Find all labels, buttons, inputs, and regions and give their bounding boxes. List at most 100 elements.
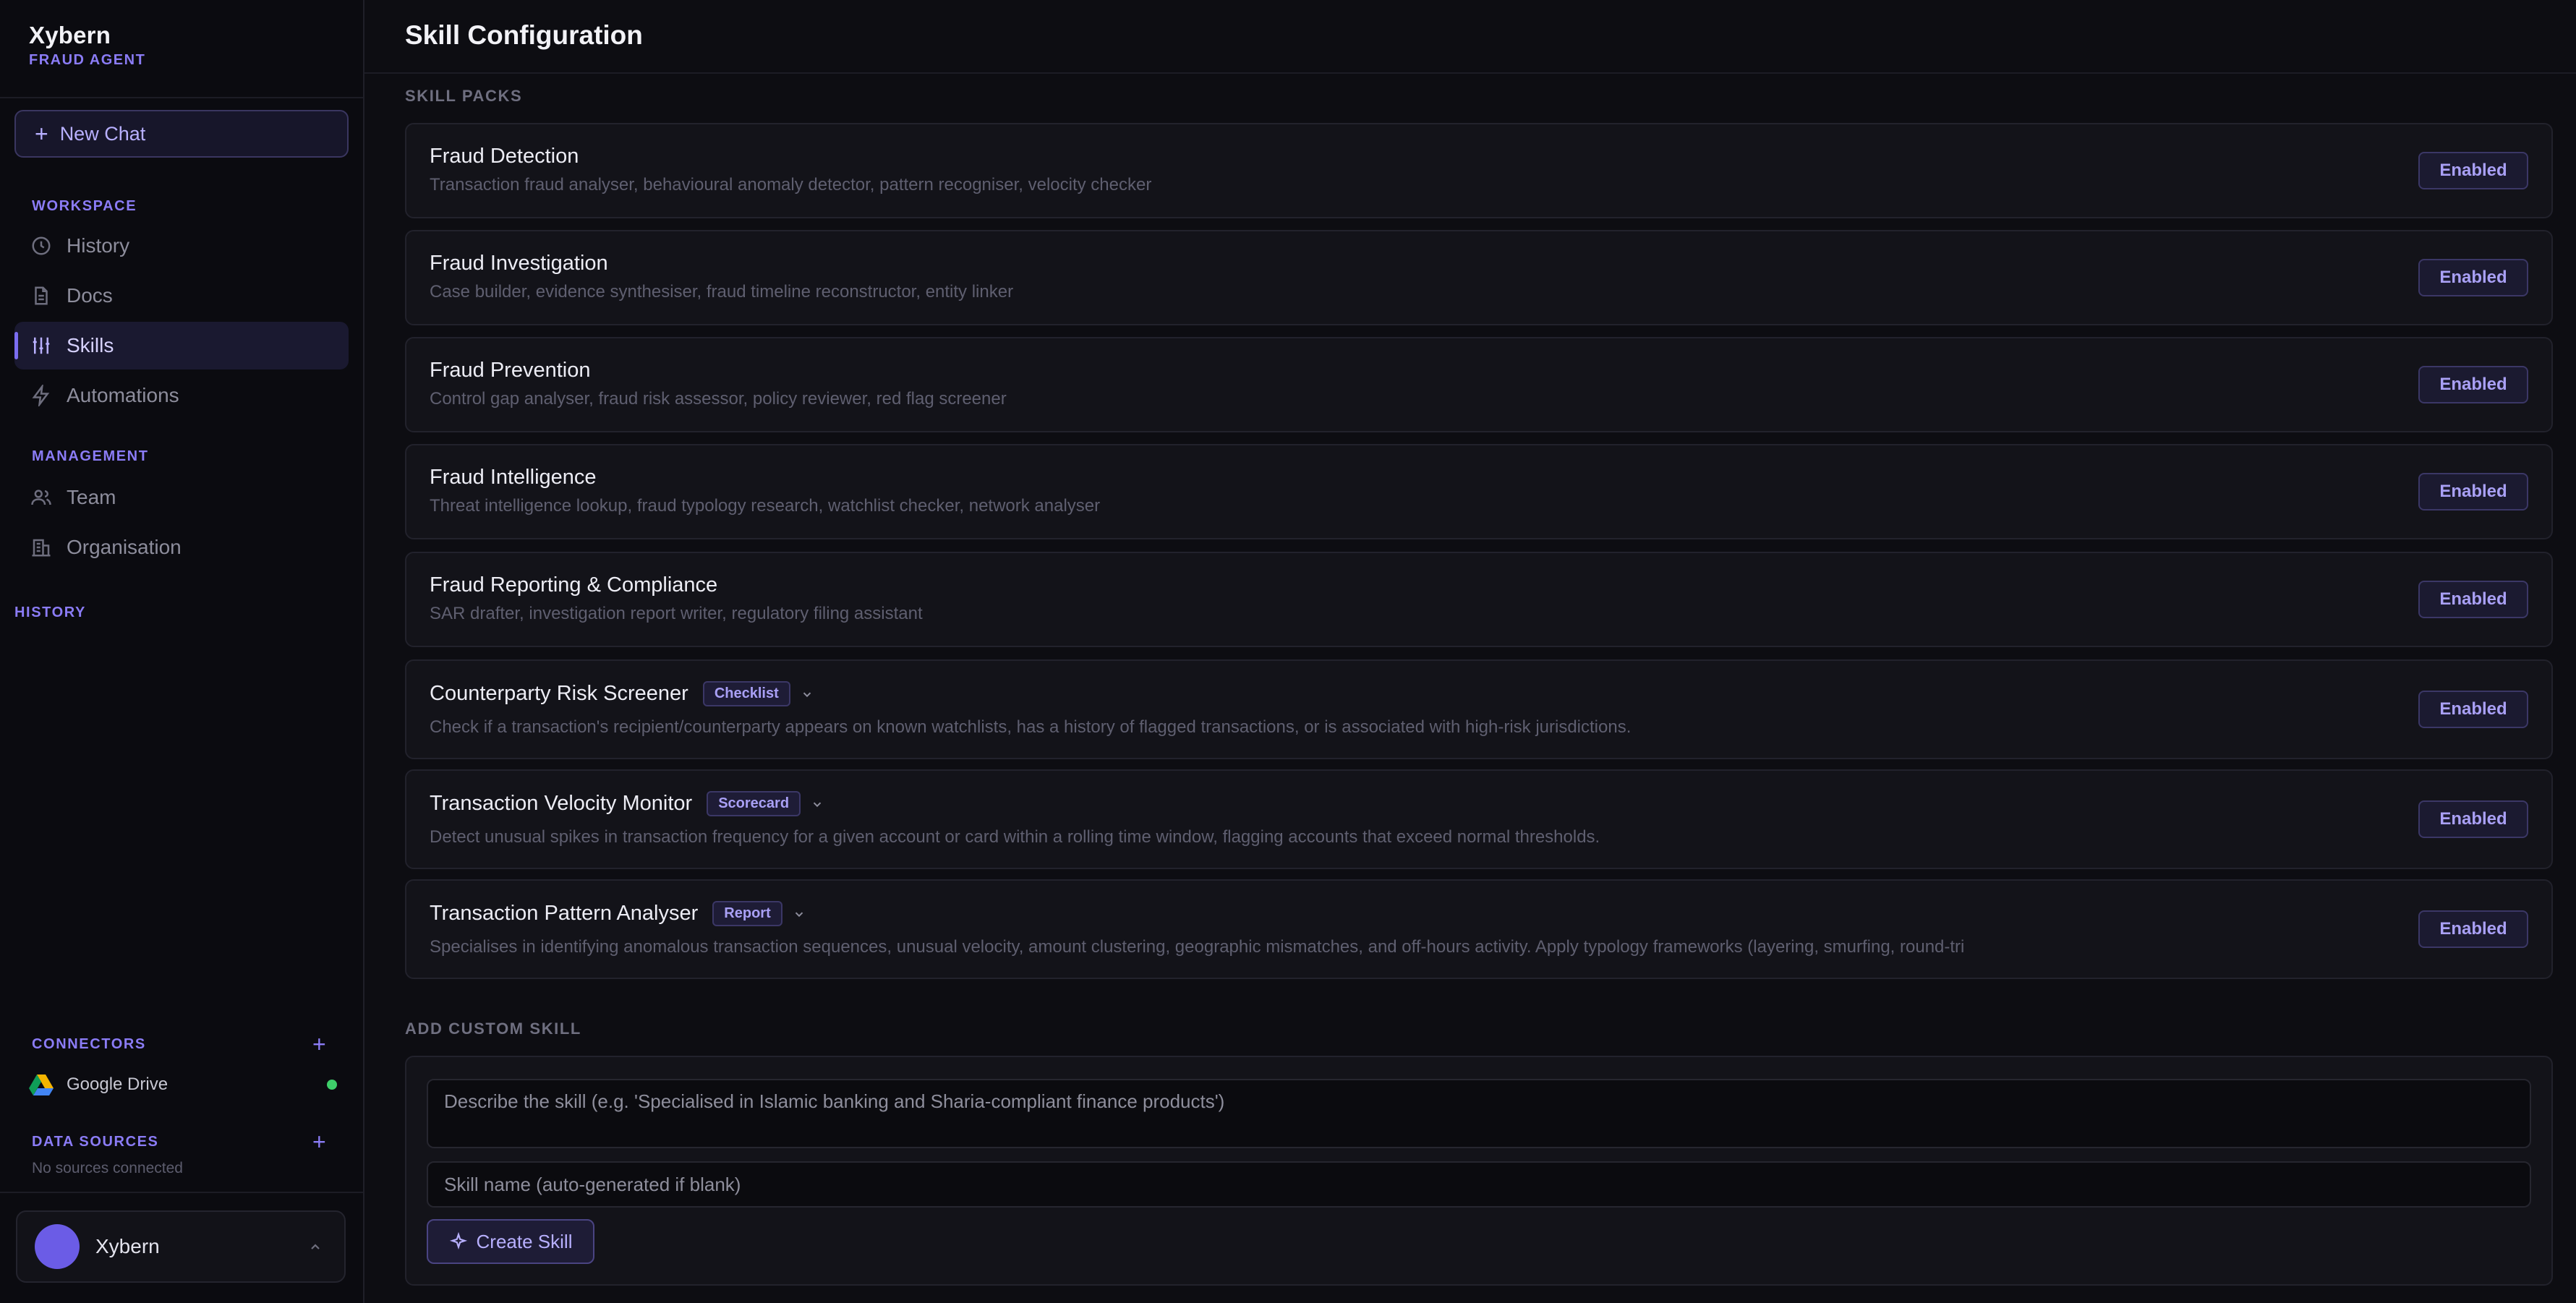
- connector-label: Google Drive: [67, 1075, 169, 1094]
- add-data-source-button[interactable]: +: [312, 1130, 326, 1153]
- skill-card: Counterparty Risk Screener Checklist Che…: [405, 659, 2553, 759]
- skill-description: Transaction fraud analyser, behavioural …: [430, 175, 1152, 195]
- custom-skill-form: Describe the skill (e.g. 'Specialised in…: [405, 1056, 2553, 1286]
- skill-name-input[interactable]: Skill name (auto-generated if blank): [427, 1161, 2531, 1208]
- management-label: MANAGEMENT: [32, 448, 149, 464]
- google-drive-icon: [29, 1075, 54, 1095]
- page-title: Skill Configuration: [405, 20, 643, 50]
- plus-icon: +: [35, 121, 48, 147]
- enabled-toggle-button[interactable]: Enabled: [2418, 473, 2528, 510]
- sparkle-icon: [449, 1232, 467, 1250]
- skill-type-badge: Report: [712, 901, 782, 926]
- chevron-down-icon[interactable]: [801, 688, 814, 701]
- chevron-up-icon: [311, 1244, 320, 1249]
- skill-description-input[interactable]: Describe the skill (e.g. 'Specialised in…: [427, 1079, 2531, 1148]
- skill-title-text: Counterparty Risk Screener: [430, 682, 688, 705]
- sidebar-item-docs[interactable]: Docs: [14, 272, 349, 320]
- enabled-toggle-button[interactable]: Enabled: [2418, 152, 2528, 189]
- skill-title-text: Fraud Prevention: [430, 359, 591, 382]
- sidebar-item-label: Organisation: [67, 536, 182, 558]
- skill-card: Fraud Intelligence Threat intelligence l…: [405, 444, 2553, 539]
- skill-title: Transaction Velocity Monitor Scorecard: [430, 791, 824, 816]
- sidebar-item-label: Docs: [67, 284, 113, 307]
- sidebar-item-label: Automations: [67, 384, 179, 406]
- history-label: HISTORY: [14, 604, 86, 620]
- skill-packs-label: SKILL PACKS: [405, 87, 523, 105]
- sidebar-item-label: Team: [67, 486, 116, 508]
- skill-description: Specialises in identifying anomalous tra…: [430, 937, 1965, 957]
- sidebar-item-automations[interactable]: Automations: [14, 372, 349, 419]
- skill-card: Fraud Reporting & Compliance SAR drafter…: [405, 552, 2553, 647]
- sliders-icon: [33, 337, 50, 354]
- skill-title: Transaction Pattern Analyser Report: [430, 901, 806, 926]
- user-name: Xybern: [95, 1235, 160, 1257]
- enabled-toggle-button[interactable]: Enabled: [2418, 366, 2528, 403]
- sidebar-item-skills[interactable]: Skills: [14, 322, 349, 369]
- skill-card: Transaction Pattern Analyser Report Spec…: [405, 879, 2553, 979]
- skill-description: Threat intelligence lookup, fraud typolo…: [430, 496, 1101, 516]
- skill-description: Check if a transaction's recipient/count…: [430, 717, 1632, 737]
- status-dot: [327, 1080, 337, 1090]
- skill-title: Fraud Investigation: [430, 252, 608, 275]
- skill-card: Transaction Velocity Monitor Scorecard D…: [405, 769, 2553, 869]
- skill-title-text: Transaction Velocity Monitor: [430, 792, 693, 815]
- new-chat-button[interactable]: + New Chat: [14, 110, 349, 158]
- skill-card: Fraud Investigation Case builder, eviden…: [405, 230, 2553, 325]
- building-icon: [32, 539, 51, 557]
- sidebar-item-team[interactable]: Team: [14, 474, 349, 521]
- skill-description: SAR drafter, investigation report writer…: [430, 604, 923, 623]
- brand: Xybern FRAUD AGENT: [29, 22, 145, 69]
- skill-title: Fraud Prevention: [430, 359, 590, 383]
- brand-subtitle: FRAUD AGENT: [29, 52, 146, 68]
- create-skill-button[interactable]: Create Skill: [427, 1219, 594, 1264]
- enabled-toggle-button[interactable]: Enabled: [2418, 581, 2528, 618]
- skill-title: Fraud Intelligence: [430, 466, 597, 490]
- active-indicator: [14, 332, 18, 359]
- skill-description: Detect unusual spikes in transaction fre…: [430, 827, 1600, 847]
- chevron-down-icon[interactable]: [793, 907, 806, 920]
- clock-icon: [32, 236, 51, 255]
- brand-name: Xybern: [29, 22, 111, 48]
- user-menu[interactable]: Xybern: [16, 1210, 346, 1283]
- add-connector-button[interactable]: +: [312, 1033, 326, 1056]
- create-skill-label: Create Skill: [476, 1230, 573, 1252]
- users-icon: [31, 490, 51, 505]
- data-sources-empty: No sources connected: [32, 1160, 183, 1176]
- enabled-toggle-button[interactable]: Enabled: [2418, 691, 2528, 728]
- sidebar: Xybern FRAUD AGENT + New Chat WORKSPACE …: [0, 0, 364, 1303]
- skill-type-badge: Checklist: [702, 681, 790, 706]
- add-custom-skill-label: ADD CUSTOM SKILL: [405, 1020, 581, 1038]
- sidebar-item-history[interactable]: History: [14, 222, 349, 270]
- sidebar-item-label: History: [67, 234, 130, 257]
- skill-title-text: Fraud Intelligence: [430, 466, 597, 489]
- chevron-down-icon[interactable]: [811, 798, 824, 811]
- data-sources-label: DATA SOURCES: [32, 1134, 159, 1150]
- new-chat-label: New Chat: [59, 122, 146, 145]
- skill-title: Counterparty Risk Screener Checklist: [430, 681, 814, 706]
- skill-title-text: Fraud Detection: [430, 145, 579, 168]
- skill-title-text: Transaction Pattern Analyser: [430, 902, 699, 925]
- top-bar: Skill Configuration: [364, 0, 2576, 74]
- workspace-label: WORKSPACE: [32, 198, 137, 214]
- skill-title-text: Fraud Investigation: [430, 252, 608, 275]
- skill-description: Case builder, evidence synthesiser, frau…: [430, 282, 1014, 302]
- sidebar-divider: [0, 1192, 363, 1193]
- skill-title-text: Fraud Reporting & Compliance: [430, 573, 718, 597]
- skill-description: Control gap analyser, fraud risk assesso…: [430, 389, 1007, 409]
- skill-title: Fraud Detection: [430, 145, 579, 168]
- lightning-icon: [32, 385, 50, 406]
- document-icon: [35, 286, 48, 305]
- enabled-toggle-button[interactable]: Enabled: [2418, 910, 2528, 948]
- sidebar-item-organisation[interactable]: Organisation: [14, 524, 349, 571]
- connectors-label: CONNECTORS: [32, 1036, 146, 1052]
- skill-card: Fraud Detection Transaction fraud analys…: [405, 123, 2553, 218]
- connector-google-drive[interactable]: Google Drive: [29, 1072, 340, 1098]
- skill-title: Fraud Reporting & Compliance: [430, 573, 717, 597]
- skill-card: Fraud Prevention Control gap analyser, f…: [405, 337, 2553, 432]
- main-panel: Skill Configuration SKILL PACKS Fraud De…: [364, 0, 2576, 1303]
- sidebar-item-label: Skills: [67, 334, 114, 356]
- enabled-toggle-button[interactable]: Enabled: [2418, 259, 2528, 296]
- skill-type-badge: Scorecard: [707, 791, 801, 816]
- sidebar-divider: [0, 97, 363, 98]
- enabled-toggle-button[interactable]: Enabled: [2418, 800, 2528, 838]
